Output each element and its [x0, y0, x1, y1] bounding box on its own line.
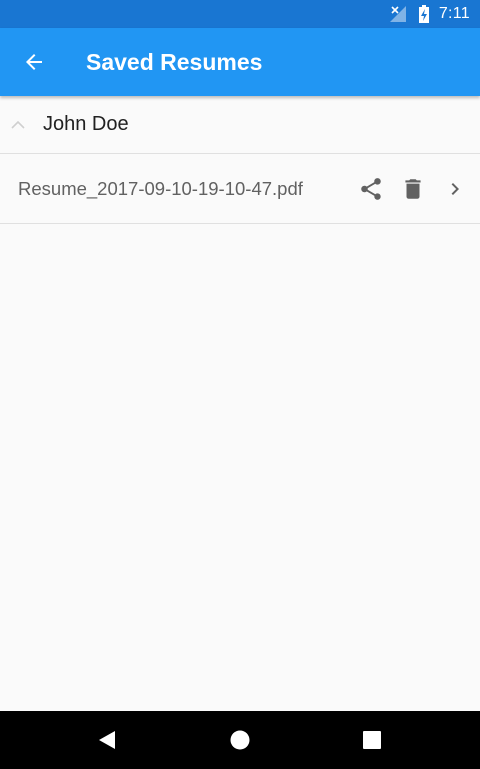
chevron-up-icon[interactable] — [10, 117, 26, 133]
back-triangle-icon — [99, 731, 115, 749]
status-bar: 7:11 — [0, 0, 480, 28]
chevron-right-icon — [451, 182, 459, 195]
app-bar: Saved Resumes — [0, 28, 480, 96]
delete-icon — [405, 178, 421, 199]
nav-back-button[interactable] — [84, 716, 132, 764]
battery-charging-icon — [418, 5, 429, 23]
back-button[interactable] — [10, 38, 58, 86]
file-name: Resume_2017-09-10-19-10-47.pdf — [18, 177, 303, 199]
share-button[interactable] — [351, 169, 391, 209]
arrow-back-icon — [26, 54, 42, 70]
home-circle-icon — [230, 730, 250, 750]
share-icon — [361, 177, 381, 200]
group-header-john-doe[interactable]: John Doe — [0, 96, 480, 154]
delete-button[interactable] — [393, 169, 433, 209]
page-title: Saved Resumes — [86, 48, 263, 75]
recents-square-icon — [363, 731, 381, 749]
nav-recents-button[interactable] — [348, 716, 396, 764]
file-row[interactable]: Resume_2017-09-10-19-10-47.pdf — [0, 154, 480, 224]
group-name: John Doe — [43, 113, 129, 135]
status-time: 7:11 — [438, 5, 470, 22]
nav-home-button[interactable] — [216, 716, 264, 764]
no-signal-icon — [389, 6, 406, 22]
open-button[interactable] — [435, 169, 475, 209]
navigation-bar — [0, 711, 480, 769]
